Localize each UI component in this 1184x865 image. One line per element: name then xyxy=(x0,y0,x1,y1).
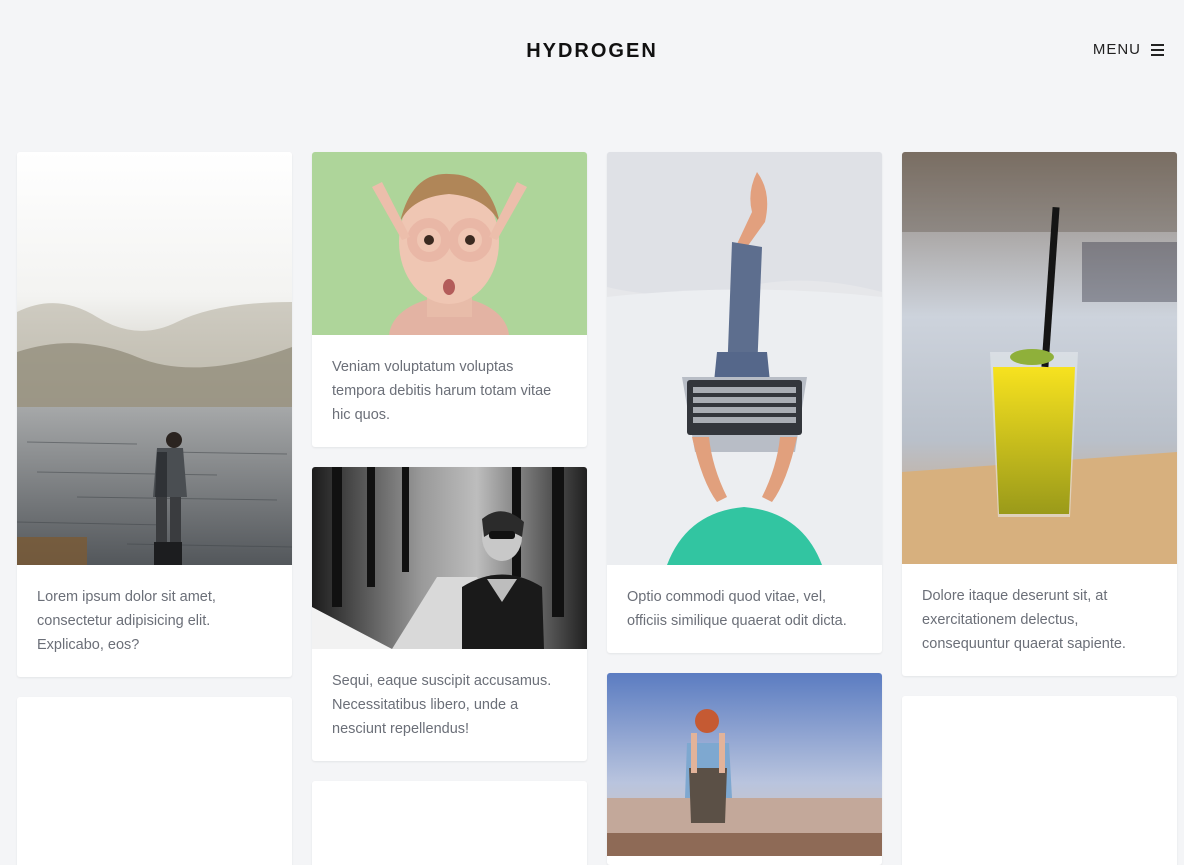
post-card[interactable] xyxy=(607,673,882,865)
site-logo[interactable]: HYDROGEN xyxy=(0,40,1184,63)
post-card[interactable] xyxy=(17,697,292,865)
post-card[interactable]: Veniam voluptatum voluptas tempora debit… xyxy=(312,152,587,447)
site-header: HYDROGEN MENU xyxy=(0,0,1184,100)
post-image-backpack[interactable] xyxy=(607,673,882,856)
post-card[interactable]: Sequi, eaque suscipit accusamus. Necessi… xyxy=(312,467,587,761)
post-card[interactable]: Dolore itaque deserunt sit, at exercitat… xyxy=(902,152,1177,676)
post-card[interactable] xyxy=(312,781,587,865)
post-caption: Lorem ipsum dolor sit amet, consectetur … xyxy=(37,589,216,653)
post-caption: Sequi, eaque suscipit accusamus. Necessi… xyxy=(332,673,552,737)
menu-button[interactable]: MENU xyxy=(1093,41,1164,58)
post-caption: Dolore itaque deserunt sit, at exercitat… xyxy=(922,588,1126,652)
post-caption: Veniam voluptatum voluptas tempora debit… xyxy=(332,359,552,423)
post-image-laptop[interactable] xyxy=(607,152,882,565)
post-image-lake[interactable] xyxy=(17,152,292,565)
post-caption xyxy=(607,856,882,865)
post-card[interactable]: Lorem ipsum dolor sit amet, consectetur … xyxy=(17,152,292,677)
post-card[interactable] xyxy=(902,696,1177,865)
hamburger-icon xyxy=(1151,43,1164,56)
post-image-juice[interactable] xyxy=(902,152,1177,564)
post-image-goggles[interactable] xyxy=(312,152,587,335)
post-card[interactable]: Optio commodi quod vitae, vel, officiis … xyxy=(607,152,882,653)
menu-label: MENU xyxy=(1092,41,1141,58)
post-image-forest-path[interactable] xyxy=(312,467,587,649)
post-caption: Optio commodi quod vitae, vel, officiis … xyxy=(627,589,847,629)
